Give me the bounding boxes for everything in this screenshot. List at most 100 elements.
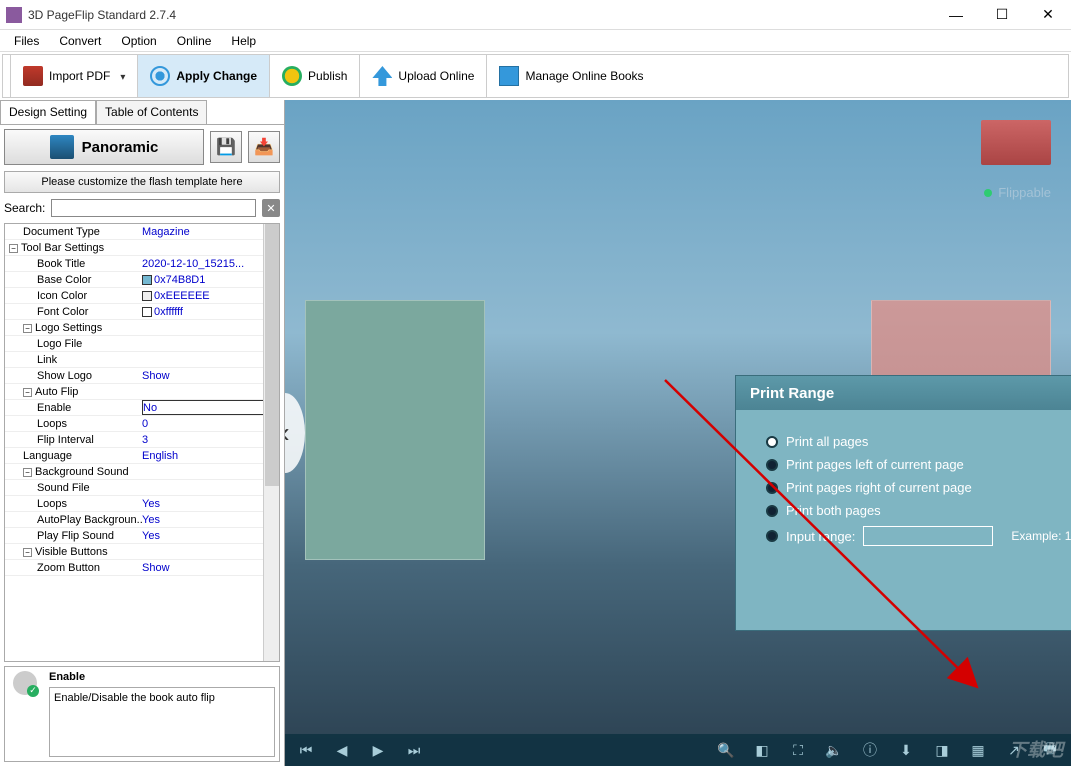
customize-hint[interactable]: Please customize the flash template here	[4, 171, 280, 193]
left-panel: Design Setting Table of Contents Panoram…	[0, 100, 285, 766]
upload-online-button[interactable]: Upload Online	[360, 55, 487, 97]
prop-row[interactable]: LanguageEnglish	[5, 448, 279, 464]
page-thumbnail[interactable]	[981, 120, 1051, 165]
opt-left-label: Print pages left of current page	[786, 457, 964, 472]
prop-row[interactable]: Font Color0xffffff	[5, 304, 279, 320]
radio-icon	[766, 436, 778, 448]
prop-row[interactable]: −Tool Bar Settings	[5, 240, 279, 256]
last-page-icon[interactable]: ⏭	[405, 742, 423, 759]
menu-option[interactable]: Option	[111, 32, 166, 50]
refresh-icon	[150, 66, 170, 86]
flippable-label: Flippable	[998, 185, 1051, 200]
opt-range-label: Input range:	[786, 529, 855, 544]
apply-change-label: Apply Change	[176, 69, 257, 83]
pdf-icon	[23, 66, 43, 86]
range-input[interactable]	[863, 526, 993, 546]
download-icon[interactable]: ⬇	[897, 742, 915, 759]
print-range-dialog: Print Range ✕ Print all pages Print page…	[735, 375, 1071, 631]
prop-row[interactable]: Logo File	[5, 336, 279, 352]
manage-books-button[interactable]: Manage Online Books	[487, 55, 655, 97]
radio-icon	[766, 482, 778, 494]
publish-label: Publish	[308, 69, 347, 83]
prop-row[interactable]: Link	[5, 352, 279, 368]
prop-row[interactable]: Base Color0x74B8D1	[5, 272, 279, 288]
opt-input-range[interactable]: Input range: Example: 1,2,5-8	[766, 526, 1071, 546]
bookmark-icon[interactable]: ◨	[933, 742, 951, 759]
publish-button[interactable]: Publish	[270, 55, 360, 97]
maximize-button[interactable]: ☐	[979, 0, 1025, 30]
prop-row[interactable]: −Logo Settings	[5, 320, 279, 336]
tab-table-of-contents[interactable]: Table of Contents	[96, 100, 207, 124]
import-pdf-button[interactable]: Import PDF	[11, 55, 138, 97]
stop-icon[interactable]: ◧	[753, 742, 771, 759]
opt-both-label: Print both pages	[786, 503, 881, 518]
prop-row[interactable]: EnableNo▾	[5, 400, 279, 416]
viewer-toolbar: ⏮ ◀ ▶ ⏭ 🔍 ◧ ⛶ 🔈 ⓘ ⬇ ◨ ▦ ↗ 🖶	[285, 734, 1071, 766]
save-template-button[interactable]: 💾	[210, 131, 242, 163]
search-input[interactable]	[51, 199, 256, 217]
clear-search-button[interactable]: ✕	[262, 199, 280, 217]
close-button[interactable]: ✕	[1025, 0, 1071, 30]
opt-print-right[interactable]: Print pages right of current page	[766, 480, 1071, 495]
caret-down-icon[interactable]	[116, 69, 125, 83]
prop-row[interactable]: Flip Interval3	[5, 432, 279, 448]
opt-right-label: Print pages right of current page	[786, 480, 972, 495]
prop-row[interactable]: −Auto Flip	[5, 384, 279, 400]
upload-icon	[372, 66, 392, 86]
info-icon[interactable]: ⓘ	[861, 740, 879, 760]
prev-page-button[interactable]: ‹	[285, 393, 305, 473]
property-grid[interactable]: Document TypeMagazine−Tool Bar SettingsB…	[4, 223, 280, 662]
book-page-left[interactable]	[305, 300, 485, 560]
gear-icon	[282, 66, 302, 86]
menu-help[interactable]: Help	[221, 32, 266, 50]
panoramic-label: Panoramic	[82, 139, 159, 156]
window-title: 3D PageFlip Standard 2.7.4	[28, 8, 933, 22]
panoramic-button[interactable]: Panoramic	[4, 129, 204, 165]
prop-row[interactable]: Document TypeMagazine	[5, 224, 279, 240]
opt-print-both[interactable]: Print both pages	[766, 503, 1071, 518]
desc-title: Enable	[49, 671, 275, 683]
app-icon	[6, 7, 22, 23]
zoom-icon[interactable]: 🔍	[717, 742, 735, 759]
prop-row[interactable]: Play Flip SoundYes	[5, 528, 279, 544]
sound-icon[interactable]: 🔈	[825, 742, 843, 759]
prop-row[interactable]: Zoom ButtonShow	[5, 560, 279, 576]
scrollbar[interactable]	[263, 224, 279, 661]
fullscreen-icon[interactable]: ⛶	[789, 742, 807, 759]
upload-label: Upload Online	[398, 69, 474, 83]
import-pdf-label: Import PDF	[49, 69, 110, 83]
tab-design-setting[interactable]: Design Setting	[0, 100, 96, 124]
scrollbar-thumb[interactable]	[265, 224, 279, 486]
toolbar: Import PDF Apply Change Publish Upload O…	[2, 54, 1069, 98]
prop-row[interactable]: Loops0	[5, 416, 279, 432]
import-template-button[interactable]: 📥	[248, 131, 280, 163]
prop-row[interactable]: Show LogoShow	[5, 368, 279, 384]
prop-row[interactable]: LoopsYes	[5, 496, 279, 512]
next-page-icon[interactable]: ▶	[369, 742, 387, 759]
apply-change-button[interactable]: Apply Change	[138, 55, 270, 97]
prop-row[interactable]: −Background Sound	[5, 464, 279, 480]
desc-text: Enable/Disable the book auto flip	[49, 687, 275, 757]
prev-page-icon[interactable]: ◀	[333, 742, 351, 759]
prop-row[interactable]: −Visible Buttons	[5, 544, 279, 560]
prop-row[interactable]: AutoPlay Backgroun...Yes	[5, 512, 279, 528]
preview-area: Flippable ‹ › Print Range ✕ Print all pa…	[285, 100, 1071, 766]
menu-online[interactable]: Online	[167, 32, 222, 50]
opt-print-all[interactable]: Print all pages	[766, 434, 1071, 449]
db-check-icon	[13, 671, 37, 695]
thumbnails-icon[interactable]: ▦	[969, 742, 987, 759]
property-description: Enable Enable/Disable the book auto flip	[4, 666, 280, 762]
opt-print-left[interactable]: Print pages left of current page	[766, 457, 1071, 472]
watermark: 下载吧	[1009, 736, 1063, 762]
first-page-icon[interactable]: ⏮	[297, 742, 315, 759]
book-icon	[499, 66, 519, 86]
prop-row[interactable]: Sound File	[5, 480, 279, 496]
menu-convert[interactable]: Convert	[49, 32, 111, 50]
prop-row[interactable]: Book Title2020-12-10_15215...	[5, 256, 279, 272]
prop-row[interactable]: Icon Color0xEEEEEE	[5, 288, 279, 304]
menu-files[interactable]: Files	[4, 32, 49, 50]
minimize-button[interactable]: —	[933, 0, 979, 30]
radio-icon	[766, 530, 778, 542]
import-icon: 📥	[254, 137, 274, 157]
titlebar: 3D PageFlip Standard 2.7.4 — ☐ ✕	[0, 0, 1071, 30]
